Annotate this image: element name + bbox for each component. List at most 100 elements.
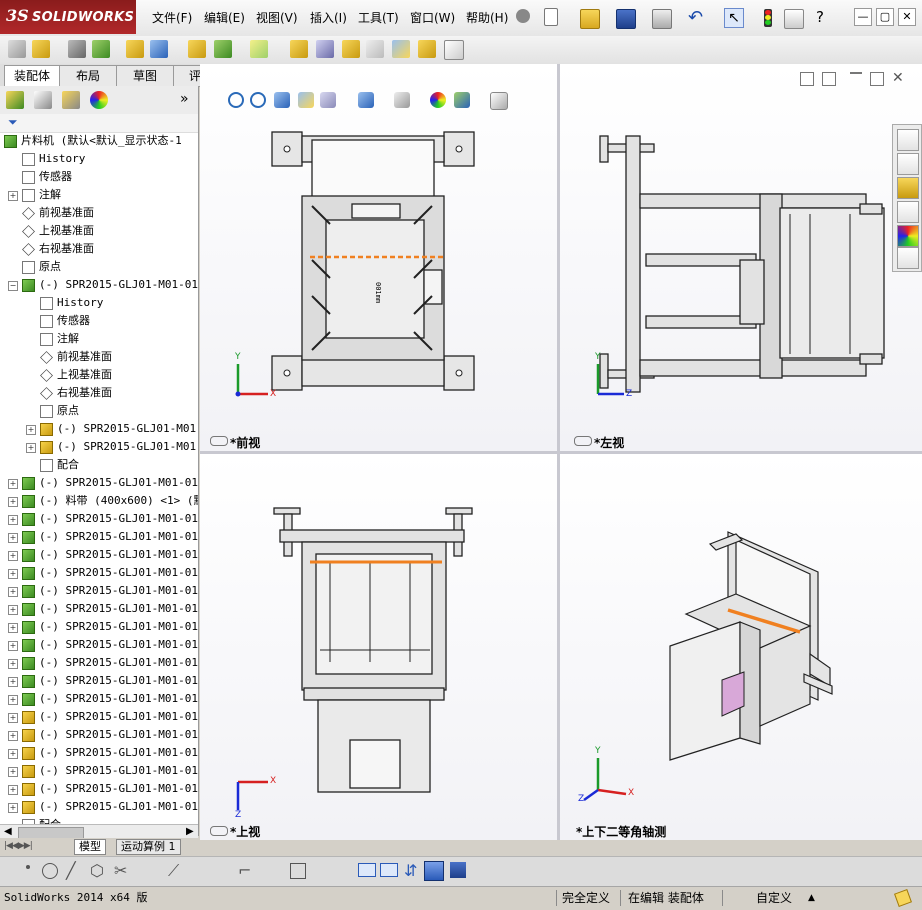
save-icon[interactable] bbox=[616, 9, 636, 29]
status-units[interactable]: 自定义 bbox=[756, 889, 792, 907]
line-icon[interactable]: ╱ bbox=[66, 861, 76, 880]
save-view-icon[interactable] bbox=[450, 862, 466, 878]
tag-icon[interactable] bbox=[894, 889, 912, 907]
tab-layout[interactable]: 布局 bbox=[59, 65, 117, 87]
section-view-icon[interactable] bbox=[298, 92, 314, 108]
expand-icon[interactable]: + bbox=[8, 479, 18, 489]
instant3d-icon[interactable] bbox=[392, 40, 410, 58]
expand-panel-icon[interactable]: » bbox=[180, 91, 189, 107]
tree-item[interactable]: (-) SPR2015-GLJ01-M01-01-A bbox=[22, 510, 198, 528]
units-menu-arrow-icon[interactable]: ▲ bbox=[808, 889, 815, 907]
tree-item[interactable]: (-) SPR2015-GLJ01-M01-01-A bbox=[22, 672, 198, 690]
collapse-icon[interactable]: − bbox=[8, 281, 18, 291]
apply-scene-icon[interactable] bbox=[454, 92, 470, 108]
menu-window[interactable]: 窗口(W) bbox=[410, 10, 455, 26]
tree-item[interactable]: (-) SPR2015-GLJ01-M01- bbox=[40, 438, 198, 456]
property-manager-icon[interactable] bbox=[34, 91, 52, 109]
filter-icon[interactable]: ⏷ bbox=[8, 115, 18, 130]
tree-item[interactable]: (-) SPR2015-GLJ01-M01-01-A bbox=[22, 582, 198, 600]
custom-properties-icon[interactable] bbox=[897, 247, 919, 269]
tree-item[interactable]: 上视基准面 bbox=[22, 222, 94, 240]
expand-icon[interactable]: + bbox=[8, 551, 18, 561]
move-icon[interactable]: ⇵ bbox=[404, 861, 417, 880]
expand-icon[interactable]: + bbox=[8, 587, 18, 597]
view-palette-icon[interactable] bbox=[897, 201, 919, 223]
view-settings-icon[interactable] bbox=[490, 92, 508, 110]
design-library-icon[interactable] bbox=[897, 153, 919, 175]
exploded-view-icon[interactable] bbox=[342, 40, 360, 58]
viewport-restore-icon[interactable] bbox=[870, 72, 884, 86]
menu-help[interactable]: 帮助(H) bbox=[466, 10, 508, 26]
viewport-left[interactable]: Y Z *左视 bbox=[560, 64, 922, 451]
expand-icon[interactable]: + bbox=[8, 533, 18, 543]
tree-item[interactable]: (-) 料带 (400x600) <1> (默 bbox=[22, 492, 198, 510]
offset-icon[interactable]: ⟋ bbox=[168, 861, 179, 881]
explode-line-sketch-icon[interactable] bbox=[366, 40, 384, 58]
tab-nav-arrows-icon[interactable]: |◀◀▶▶| bbox=[4, 841, 33, 851]
snapshot-icon[interactable] bbox=[444, 40, 464, 60]
tree-item[interactable]: (-) SPR2015-GLJ01-M01-01-A bbox=[22, 636, 198, 654]
polygon-icon[interactable]: ⬡ bbox=[90, 861, 104, 880]
tab-sketch[interactable]: 草图 bbox=[116, 65, 174, 87]
tree-item[interactable]: (-) SPR2015-GLJ01-M01-01-A bbox=[22, 564, 198, 582]
menu-tools[interactable]: 工具(T) bbox=[358, 10, 399, 26]
expand-icon[interactable]: + bbox=[8, 659, 18, 669]
tree-item[interactable]: 右视基准面 bbox=[40, 384, 112, 402]
restore-button[interactable]: ▢ bbox=[876, 8, 894, 26]
rectangle-icon[interactable] bbox=[358, 863, 376, 877]
print-icon[interactable] bbox=[652, 9, 672, 29]
tree-item[interactable]: (-) SPR2015-GLJ01-M01-01-A bbox=[22, 546, 198, 564]
menu-insert[interactable]: 插入(I) bbox=[310, 10, 347, 26]
viewport-top[interactable]: X Z *上视 bbox=[200, 454, 557, 840]
rebuild-icon[interactable] bbox=[764, 9, 772, 27]
move-component-icon[interactable] bbox=[150, 40, 168, 58]
tree-item[interactable]: 上视基准面 bbox=[40, 366, 112, 384]
tree-item[interactable]: 原点 bbox=[22, 258, 61, 276]
zoom-to-fit-icon[interactable] bbox=[228, 92, 244, 108]
scroll-left-icon[interactable]: ◀ bbox=[4, 826, 12, 837]
close-button[interactable]: ✕ bbox=[898, 8, 916, 26]
tree-item[interactable]: (-) SPR2015-GLJ01-M01-01-B bbox=[22, 744, 198, 762]
show-hidden-icon[interactable] bbox=[188, 40, 206, 58]
insert-component-icon[interactable] bbox=[8, 40, 26, 58]
tree-item[interactable]: (-) SPR2015-GLJ01-M01-01-B bbox=[22, 762, 198, 780]
viewport-front[interactable]: 001mm Y X *前视 bbox=[200, 64, 557, 451]
tree-item[interactable]: (-) SPR2015-GLJ01-M01-01-A bbox=[22, 600, 198, 618]
pin-icon[interactable] bbox=[516, 9, 530, 23]
scroll-right-icon[interactable]: ▶ bbox=[186, 826, 194, 837]
expand-icon[interactable]: + bbox=[8, 515, 18, 525]
viewport-isometric[interactable]: Y X Z *上下二等角轴测 bbox=[560, 454, 922, 840]
tab-motion-study[interactable]: 运动算例 1 bbox=[116, 839, 181, 855]
expand-icon[interactable]: + bbox=[8, 605, 18, 615]
tree-item[interactable]: (-) SPR2015-GLJ01-M01-01-A bbox=[22, 618, 198, 636]
menu-file[interactable]: 文件(F) bbox=[152, 10, 192, 26]
new-document-icon[interactable] bbox=[544, 8, 558, 26]
tab-model[interactable]: 模型 bbox=[74, 839, 106, 855]
trim-icon[interactable]: ✂ bbox=[114, 861, 127, 880]
view-link-icon[interactable] bbox=[210, 826, 228, 836]
appearances-icon[interactable] bbox=[897, 225, 919, 247]
tree-item[interactable]: (-) SPR2015-GLJ01-M01-01-B bbox=[22, 726, 198, 744]
configuration-manager-icon[interactable] bbox=[62, 91, 80, 109]
reference-geometry-icon[interactable] bbox=[250, 40, 268, 58]
tree-item[interactable]: (-) SPR2015-GLJ01-M01-01-A bbox=[22, 474, 198, 492]
tree-item[interactable]: 传感器 bbox=[40, 312, 90, 330]
tree-item[interactable]: 右视基准面 bbox=[22, 240, 94, 258]
tree-item[interactable]: (-) SPR2015-GLJ01-M01-01-B bbox=[22, 798, 198, 816]
assembly-features-icon[interactable] bbox=[214, 40, 232, 58]
tree-item[interactable]: 原点 bbox=[40, 402, 79, 420]
select-pointer-icon[interactable]: ↖ bbox=[724, 8, 744, 28]
display-style-icon[interactable] bbox=[358, 92, 374, 108]
expand-icon[interactable]: + bbox=[8, 731, 18, 741]
tab-assembly[interactable]: 装配体 bbox=[4, 65, 60, 87]
tree-item[interactable]: 前视基准面 bbox=[22, 204, 94, 222]
tree-item[interactable]: (-) SPR2015-GLJ01-M01-01-A bbox=[22, 654, 198, 672]
tree-item[interactable]: History bbox=[22, 150, 85, 168]
solidworks-resources-icon[interactable] bbox=[897, 129, 919, 151]
new-motion-study-icon[interactable] bbox=[290, 40, 308, 58]
bill-of-materials-icon[interactable] bbox=[316, 40, 334, 58]
undo-icon[interactable]: ↶ bbox=[688, 7, 703, 28]
view-orientation-icon[interactable] bbox=[320, 92, 336, 108]
expand-icon[interactable]: + bbox=[8, 623, 18, 633]
circle-icon[interactable] bbox=[42, 863, 58, 879]
